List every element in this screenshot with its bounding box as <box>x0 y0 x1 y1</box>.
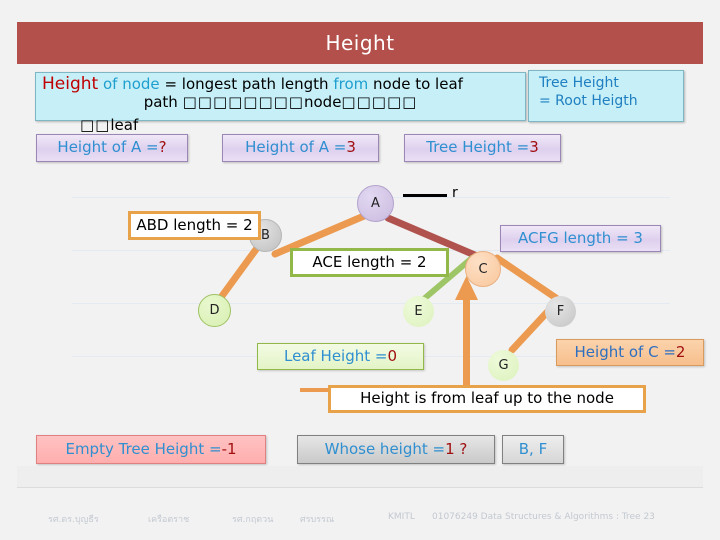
definition-from: from <box>333 75 369 93</box>
upward-height-arrow <box>455 276 478 390</box>
callout-label: Tree Height = <box>426 138 530 157</box>
callout-label: Leaf Height = <box>283 346 388 365</box>
slide-footer: รศ.ดร.บุญธีร เครือตราช รศ.กฤตวน ศรบรรณ K… <box>0 512 720 532</box>
footer-author-1: รศ.ดร.บุญธีร <box>48 515 99 525</box>
edge-c-f <box>493 254 560 302</box>
callout-text: Height is from leaf up to the node <box>360 389 614 408</box>
definition-thai-glyphs-1: □□□□□□□□ <box>182 92 304 111</box>
root-pointer-label: r <box>452 185 458 201</box>
definition-of-node: of node <box>102 75 160 93</box>
footer-author-2: รศ.กฤตวน <box>232 515 274 525</box>
definition-leaf-word: leaf <box>110 116 139 134</box>
callout-text: ACE length = 2 <box>312 252 427 271</box>
node-label: B <box>261 228 270 243</box>
callout-text: B, F <box>518 439 548 458</box>
definition-thai-glyphs-2: □□□□□ <box>341 92 418 111</box>
tree-height-note-box: Tree Height = Root Heigth <box>528 70 684 122</box>
footer-institute: KMITL <box>388 512 415 522</box>
footer-author-1-last: เครือตราช <box>148 515 190 525</box>
slide: Height Height of node = longest path len… <box>0 0 720 540</box>
node-label: A <box>371 196 380 211</box>
callout-label: Height of A = <box>57 138 159 157</box>
callout-abd-length: ABD length = 2 <box>128 211 261 240</box>
footer-course: 01076249 Data Structures & Algorithms : … <box>432 512 655 522</box>
definition-thai-glyphs-3: □□ <box>80 116 111 134</box>
callout-height-of-a-question: Height of A = ? <box>36 134 188 162</box>
callout-value: 1 ? <box>445 439 468 458</box>
callout-text: ABD length = 2 <box>136 215 253 234</box>
callout-value: 3 <box>346 138 356 157</box>
callout-empty-tree-height: Empty Tree Height = -1 <box>36 435 266 464</box>
definition-node-word: node <box>303 92 342 111</box>
callout-text: ACFG length = 3 <box>518 228 643 247</box>
callout-ace-length: ACE length = 2 <box>290 248 449 277</box>
definition-longest-path: longest path length <box>181 75 329 93</box>
callout-value: 0 <box>387 346 398 365</box>
footer-divider <box>17 487 703 488</box>
definition-node-to-leaf: node to leaf <box>373 75 463 93</box>
callout-label: Height of C = <box>574 342 676 361</box>
callout-label: Height of A = <box>245 138 347 157</box>
callout-tree-height-3: Tree Height = 3 <box>404 134 561 162</box>
root-pointer-line <box>403 194 447 197</box>
edge-b-d <box>218 244 261 300</box>
definition-equals: = <box>164 75 178 93</box>
footer-author-2-last: ศรบรรณ <box>300 515 335 525</box>
callout-acfg-length: ACFG length = 3 <box>500 225 661 252</box>
callout-label: Whose height = <box>324 439 446 458</box>
callout-value: 2 <box>675 342 686 361</box>
callout-value: ? <box>158 138 167 157</box>
tree-height-note-line-1: Tree Height <box>539 75 619 91</box>
callout-whose-height-question: Whose height = 1 ? <box>297 435 495 464</box>
definition-keyword-height: Height <box>42 74 99 94</box>
tree-height-note-line-2: = Root Heigth <box>539 92 638 109</box>
tree-node-a[interactable]: A <box>357 185 394 222</box>
tree-node-d[interactable]: D <box>198 294 231 327</box>
tree-node-f[interactable]: F <box>545 296 576 327</box>
callout-height-of-c: Height of C = 2 <box>556 339 704 366</box>
footer-panel <box>17 466 703 487</box>
callout-height-from-leaf: Height is from leaf up to the node <box>328 385 646 413</box>
tree-node-c[interactable]: C <box>465 251 501 287</box>
callout-label: Empty Tree Height = <box>65 439 222 458</box>
definition-path-word: path <box>143 92 178 111</box>
callout-height-of-a-answer: Height of A = 3 <box>222 134 379 162</box>
definition-line-3-overflow: □□leaf <box>80 116 138 134</box>
slide-title-bar: Height <box>17 22 703 64</box>
callout-leaf-height: Leaf Height = 0 <box>257 343 424 370</box>
node-label: E <box>414 304 423 319</box>
tree-node-g[interactable]: G <box>488 350 519 381</box>
callout-answer-bf: B, F <box>502 435 564 464</box>
tree-node-e[interactable]: E <box>403 296 434 327</box>
page-title: Height <box>325 31 395 55</box>
definition-line-2: path □□□□□□□□node□□□□□ <box>42 92 519 111</box>
node-label: C <box>478 261 488 277</box>
callout-value: -1 <box>221 439 237 458</box>
callout-value: 3 <box>529 138 539 157</box>
node-label: F <box>556 304 565 319</box>
node-label: G <box>498 358 509 373</box>
height-definition-box: Height of node = longest path length fro… <box>35 72 526 121</box>
node-label: D <box>209 303 220 318</box>
